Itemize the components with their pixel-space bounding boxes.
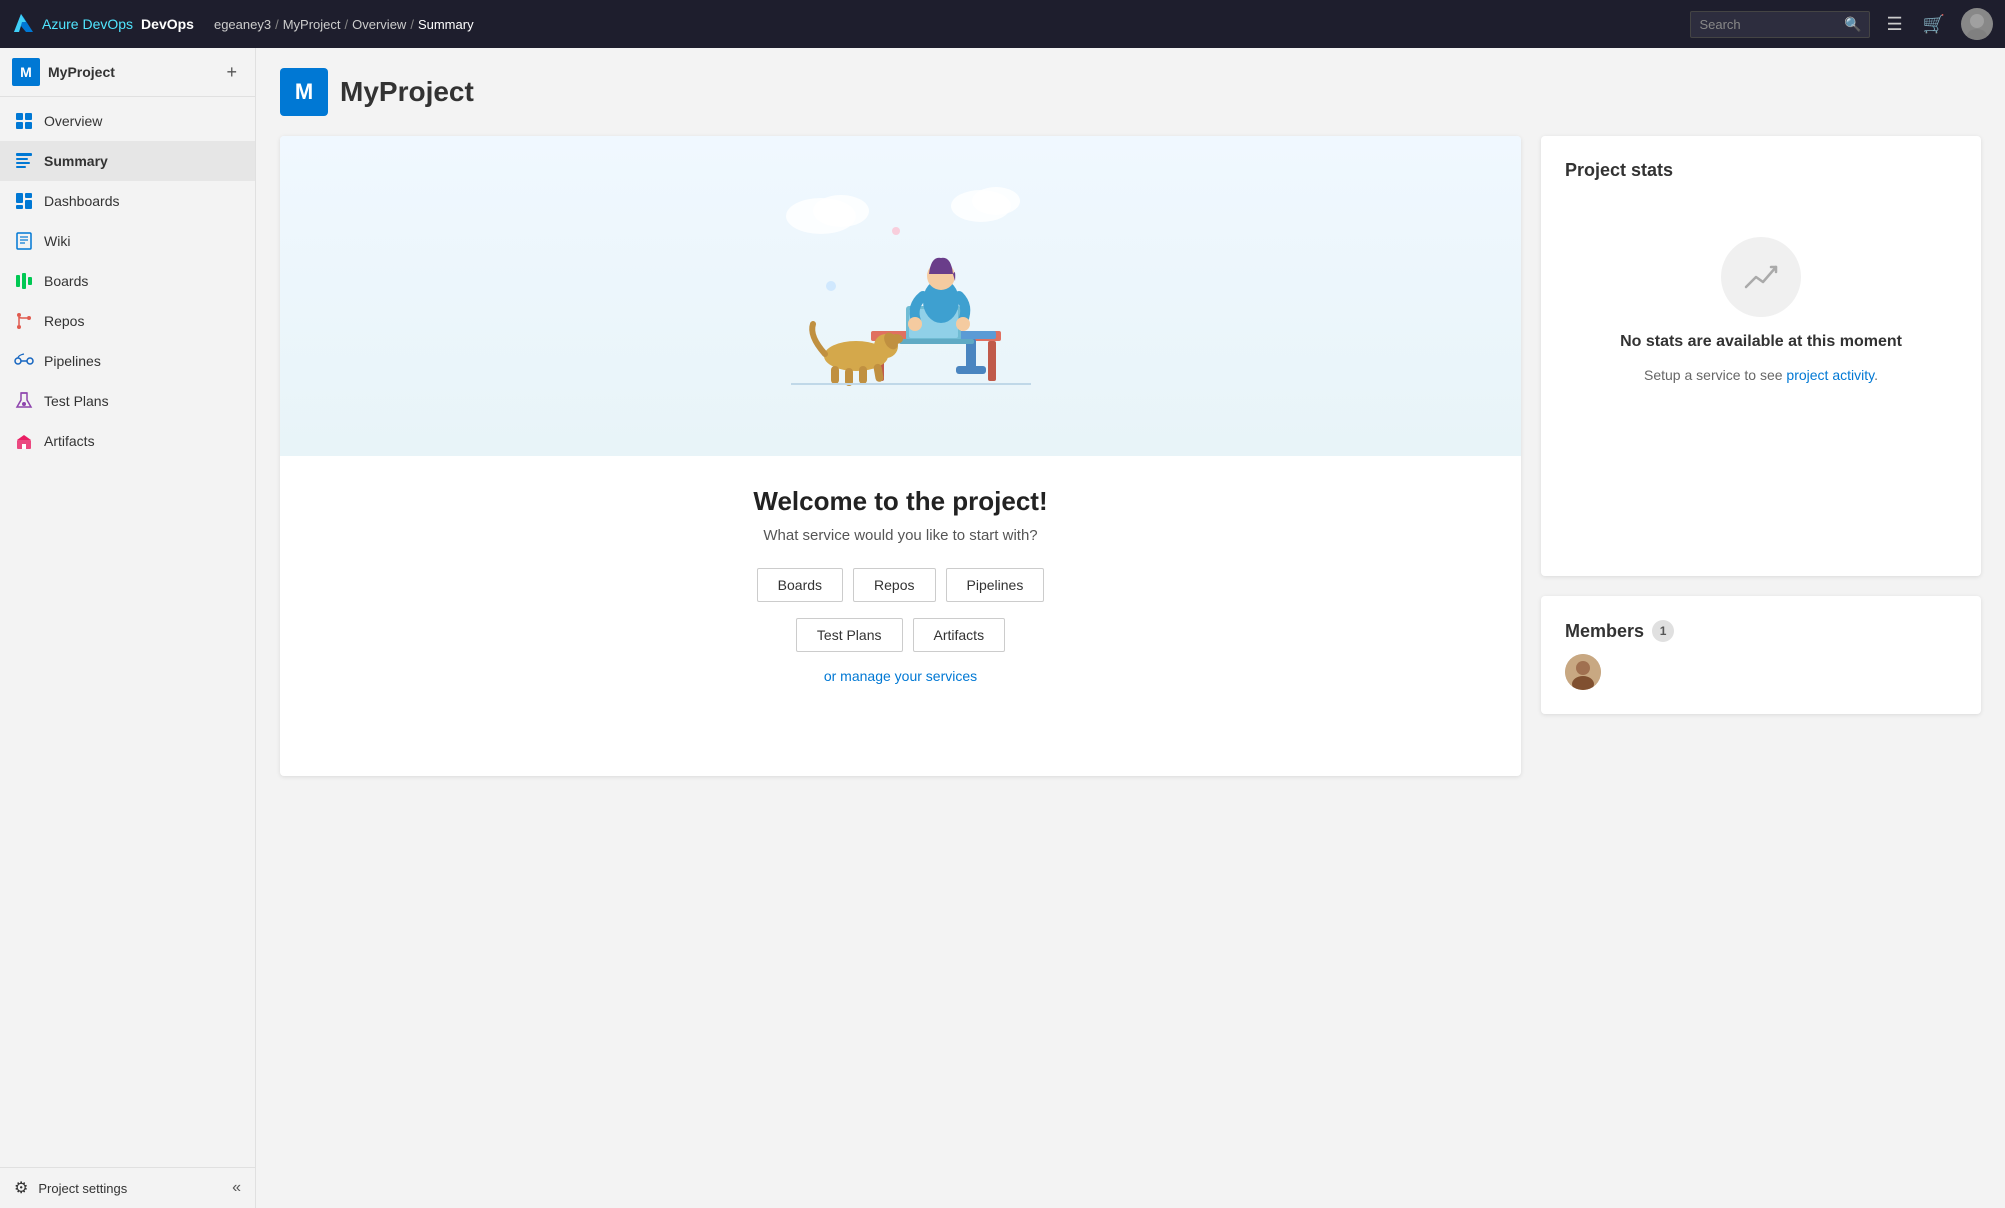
members-header: Members 1 <box>1565 620 1957 642</box>
sidebar-item-label-dashboards: Dashboards <box>44 193 120 209</box>
sidebar-footer: ⚙ Project settings « <box>0 1167 255 1208</box>
basket-icon[interactable]: 🛒 <box>1919 10 1949 39</box>
sidebar-project-name: MyProject <box>48 64 115 80</box>
page-header: M MyProject <box>280 68 1981 116</box>
top-nav: Azure DevOpsDevOps egeaney3 / MyProject … <box>0 0 2005 48</box>
project-settings-link[interactable]: ⚙ Project settings <box>14 1178 127 1198</box>
service-button-testplans[interactable]: Test Plans <box>796 618 903 652</box>
page-title: MyProject <box>340 76 474 108</box>
stats-card: Project stats No stats are available at … <box>1541 136 1981 576</box>
right-column: Project stats No stats are available at … <box>1541 136 1981 714</box>
sidebar-item-testplans[interactable]: Test Plans <box>0 381 255 421</box>
manage-services-link[interactable]: or manage your services <box>824 668 977 684</box>
add-project-button[interactable]: + <box>220 60 243 85</box>
members-card: Members 1 <box>1541 596 1981 714</box>
service-button-pipelines[interactable]: Pipelines <box>946 568 1045 602</box>
app-logo[interactable]: Azure DevOpsDevOps <box>12 12 194 36</box>
members-title: Members <box>1565 621 1644 642</box>
stats-title: Project stats <box>1565 160 1957 181</box>
service-button-boards[interactable]: Boards <box>757 568 843 602</box>
overview-icon <box>14 111 34 131</box>
sidebar-item-label-summary: Summary <box>44 153 108 169</box>
cards-row: Welcome to the project! What service wou… <box>280 136 1981 776</box>
sidebar: M MyProject + Overview <box>0 48 256 1208</box>
summary-icon <box>14 151 34 171</box>
breadcrumb-project[interactable]: MyProject <box>283 17 341 32</box>
service-buttons: Boards Repos Pipelines <box>320 568 1481 602</box>
breadcrumb-overview[interactable]: Overview <box>352 17 406 32</box>
members-list <box>1565 654 1957 690</box>
project-settings-label: Project settings <box>38 1181 127 1196</box>
search-box[interactable]: 🔍 <box>1690 11 1870 38</box>
welcome-title: Welcome to the project! <box>320 486 1481 517</box>
breadcrumb-org[interactable]: egeaney3 <box>214 17 271 32</box>
collapse-sidebar-button[interactable]: « <box>232 1179 241 1197</box>
stats-empty-state: No stats are available at this moment Se… <box>1565 197 1957 423</box>
sidebar-item-overview[interactable]: Overview <box>0 101 255 141</box>
members-count: 1 <box>1652 620 1674 642</box>
sidebar-item-boards[interactable]: Boards <box>0 261 255 301</box>
sidebar-item-dashboards[interactable]: Dashboards <box>0 181 255 221</box>
sidebar-item-pipelines[interactable]: Pipelines <box>0 341 255 381</box>
service-button-artifacts[interactable]: Artifacts <box>913 618 1006 652</box>
sidebar-header: M MyProject + <box>0 48 255 97</box>
stats-no-data-message: No stats are available at this moment <box>1620 333 1902 351</box>
breadcrumb: egeaney3 / MyProject / Overview / Summar… <box>214 17 1682 32</box>
repos-icon <box>14 311 34 331</box>
stats-empty-icon <box>1721 237 1801 317</box>
search-icon: 🔍 <box>1844 16 1861 33</box>
welcome-text-section: Welcome to the project! What service wou… <box>280 456 1521 716</box>
sidebar-item-label-pipelines: Pipelines <box>44 353 101 369</box>
wiki-icon <box>14 231 34 251</box>
sidebar-item-label-testplans: Test Plans <box>44 393 109 409</box>
sidebar-nav: Overview Summary <box>0 97 255 1167</box>
service-button-repos[interactable]: Repos <box>853 568 935 602</box>
app-name: Azure DevOps <box>42 16 133 32</box>
sidebar-item-repos[interactable]: Repos <box>0 301 255 341</box>
welcome-subtitle: What service would you like to start wit… <box>320 527 1481 544</box>
service-buttons-row2: Test Plans Artifacts <box>320 618 1481 652</box>
settings-icon: ⚙ <box>14 1178 28 1198</box>
sidebar-item-summary[interactable]: Summary <box>0 141 255 181</box>
sidebar-item-label-artifacts: Artifacts <box>44 433 95 449</box>
sidebar-item-label-repos: Repos <box>44 313 84 329</box>
sidebar-item-label-overview: Overview <box>44 113 102 129</box>
search-input[interactable] <box>1699 17 1838 32</box>
artifacts-icon <box>14 431 34 451</box>
sidebar-item-artifacts[interactable]: Artifacts <box>0 421 255 461</box>
project-avatar: M <box>12 58 40 86</box>
member-avatar-1[interactable] <box>1565 654 1601 690</box>
testplans-icon <box>14 391 34 411</box>
top-nav-right: 🔍 ☰ 🛒 <box>1690 8 1993 40</box>
dashboards-icon <box>14 191 34 211</box>
sidebar-project[interactable]: M MyProject <box>12 58 115 86</box>
sidebar-item-wiki[interactable]: Wiki <box>0 221 255 261</box>
project-header-avatar: M <box>280 68 328 116</box>
sidebar-item-label-boards: Boards <box>44 273 88 289</box>
pipelines-icon <box>14 351 34 371</box>
stats-subtitle: Setup a service to see project activity. <box>1644 367 1878 383</box>
project-activity-link[interactable]: project activity <box>1786 367 1874 383</box>
user-avatar[interactable] <box>1961 8 1993 40</box>
welcome-card: Welcome to the project! What service wou… <box>280 136 1521 776</box>
boards-icon <box>14 271 34 291</box>
main-layout: M MyProject + Overview <box>0 48 2005 1208</box>
filter-icon[interactable]: ☰ <box>1882 10 1906 39</box>
breadcrumb-current: Summary <box>418 17 474 32</box>
welcome-illustration <box>280 136 1521 456</box>
sidebar-item-label-wiki: Wiki <box>44 233 70 249</box>
content-area: M MyProject <box>256 48 2005 1208</box>
